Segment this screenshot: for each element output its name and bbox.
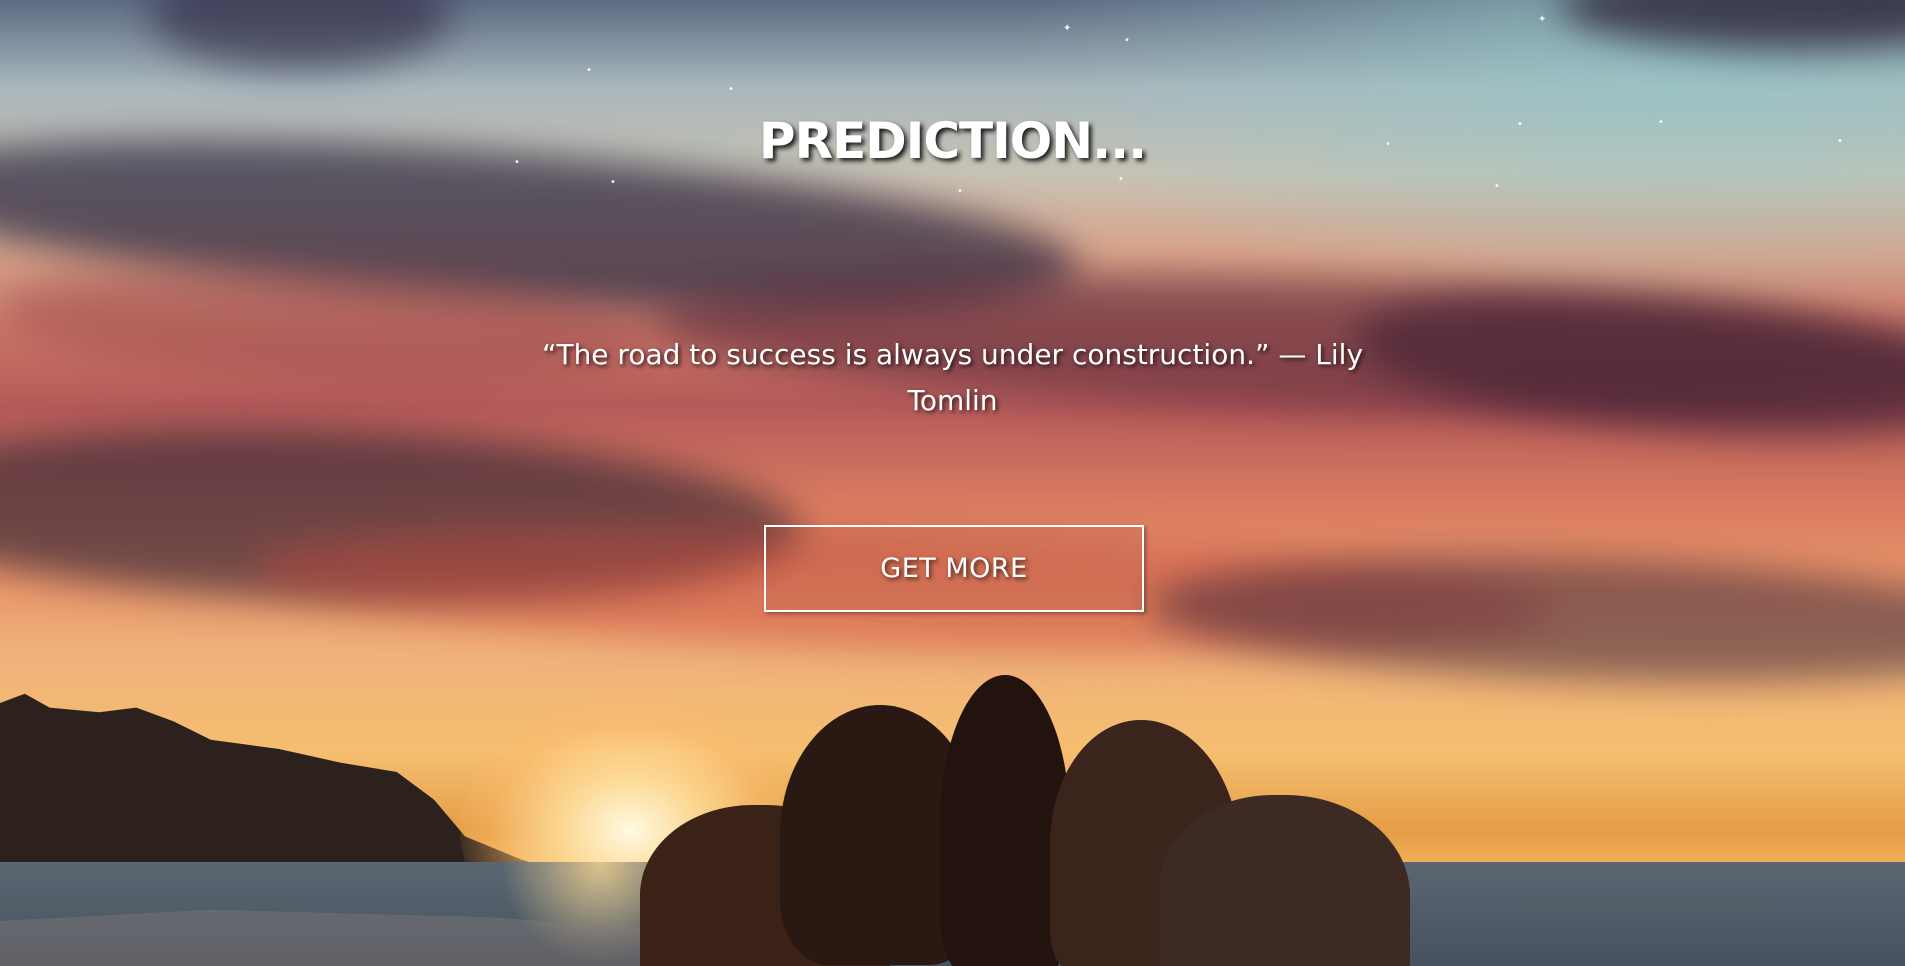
hero-content: PREDICTION... “The road to success is al… [0,0,1905,966]
hero-quote: “The road to success is always under con… [541,338,1364,417]
page-title: PREDICTION... [758,112,1147,170]
get-more-button[interactable]: GET MORE [764,525,1144,612]
hero-section: ✦ ✦ • • • • • • • • • • • • PREDICTION..… [0,0,1905,966]
